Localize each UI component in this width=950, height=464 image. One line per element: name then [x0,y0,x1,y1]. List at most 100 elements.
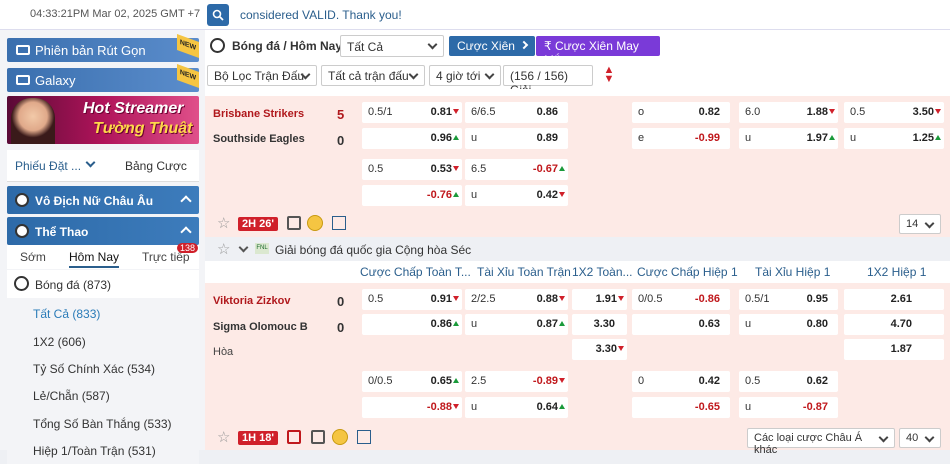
odds-cell[interactable]: 0.5 0.53 [362,159,462,180]
column-title: Cược Chấp Hiệp 1 [637,265,738,279]
odds-value: 0.86 [430,318,452,330]
odds-cell[interactable]: o 0.82 [632,102,730,123]
live-time-badge: 2H 26' [238,217,278,231]
odds-cell[interactable]: 0.5/1 0.95 [739,289,838,310]
more-markets-select[interactable]: 40 [899,428,941,448]
odds-cell[interactable]: 3.30 [572,339,627,360]
stats-icon[interactable] [357,430,371,444]
market-item[interactable]: Tổng Số Bàn Thắng (533) [7,410,199,437]
parlay-button[interactable]: Cược Xiên [449,36,535,56]
lite-version-button[interactable]: Phiên bản Rút Gọn NEW [7,33,199,62]
odds-value: -0.67 [532,163,558,175]
odds-cell[interactable]: 6/6.5 0.86 [465,102,568,123]
hot-streamer-banner[interactable]: Hot Streamer Tường Thuật [7,96,199,144]
section-sports[interactable]: Thể Thao [7,217,199,245]
cashout-icon[interactable] [332,429,348,445]
all-matches-select[interactable]: Tất cả trận đấu [321,65,425,86]
star-icon[interactable]: ☆ [217,214,230,232]
tab-today[interactable]: Hôm Nay [69,250,120,268]
odds-value: 1.88 [806,106,828,118]
market-label: Tỷ Số Chính Xác (534) [33,362,156,376]
correct-score-icon[interactable] [287,430,301,444]
odds-cell[interactable]: u -0.87 [739,397,838,418]
odds-cell[interactable]: 2/2.5 0.88 [465,289,568,310]
star-icon[interactable]: ☆ [217,240,230,258]
odds-cell[interactable]: u 0.64 [465,397,568,418]
stats-icon[interactable] [332,216,346,230]
odds-cell[interactable]: u 1.25 [844,128,944,149]
cashout-icon[interactable] [307,215,323,231]
handicap: 0.5 [368,163,384,175]
league-header[interactable]: ☆ FNL Giải bóng đá quốc gia Cộng hòa Séc [205,237,950,261]
scoreboard-icon[interactable] [287,216,301,230]
market-item[interactable]: Tất Cả (833) [7,300,199,327]
odds-down-icon [559,378,565,383]
match-filter-select[interactable]: Bộ Lọc Trận Đấu [207,65,317,86]
hours-select[interactable]: 4 giờ tới [429,65,501,86]
sort-icon[interactable]: ▲ ▼ [599,65,619,86]
lucky-parlay-button[interactable]: ₹ Cược Xiên May Mắn [536,36,660,67]
odds-cell[interactable]: 0.5 3.50 [844,102,944,123]
odds-cell[interactable]: 0.96 [362,128,462,149]
live-time-badge: 1H 18' [238,431,278,445]
sport-label: Bóng đá (873) [35,278,112,292]
handicap: u [471,318,478,330]
odds-cell[interactable]: 4.70 [844,314,944,335]
odds-cell[interactable]: 0.5/1 0.81 [362,102,462,123]
more-markets-select[interactable]: 14 [899,214,941,234]
odds-cell[interactable]: 0/0.5 0.65 [362,371,462,392]
odds-cell[interactable]: 6.5 -0.67 [465,159,568,180]
star-icon[interactable]: ☆ [217,428,230,446]
handicap: 0.5 [745,375,761,387]
odds-cell[interactable]: 3.30 [572,314,627,335]
filter-select[interactable]: Tất Cả [340,35,444,57]
odds-cell[interactable]: 0.86 [362,314,462,335]
filter-value: Tất Cả [347,40,384,54]
odds-cell[interactable]: u 0.42 [465,185,568,206]
market-item[interactable]: Lẻ/Chẵn (587) [7,382,199,409]
odds-cell[interactable]: e -0.99 [632,128,730,149]
odds-cell[interactable]: -0.88 [362,397,462,418]
odds-cell[interactable]: 1.91 [572,289,627,310]
odds-cell[interactable]: -0.76 [362,185,462,206]
scoreboard-icon[interactable] [311,430,325,444]
odds-value: 0.42 [536,189,558,201]
odds-cell[interactable]: 1.87 [844,339,944,360]
sport-soccer[interactable]: Bóng đá (873) [7,270,199,298]
galaxy-button[interactable]: Galaxy NEW [7,63,199,92]
odds-cell[interactable]: 0/0.5 -0.86 [632,289,730,310]
chevron-down-icon [484,69,495,80]
odds-cell[interactable]: 0 0.42 [632,371,730,392]
screen-icon [16,45,30,55]
odds-cell[interactable]: u 0.87 [465,314,568,335]
market-item[interactable]: 1X2 (606) [7,328,199,355]
tab-bet-slip[interactable]: Phiếu Đặt ... [15,159,81,173]
odds-cell[interactable]: 2.5 -0.89 [465,371,568,392]
asian-markets-select[interactable]: Các loại cược Châu Á khác [747,428,895,456]
chevron-down-icon [924,218,935,229]
odds-cell[interactable]: 0.63 [632,314,730,335]
odds-cell[interactable]: 6.0 1.88 [739,102,838,123]
odds-cell[interactable]: 0.5 0.62 [739,371,838,392]
odds-value: -0.76 [426,189,452,201]
market-label: 1X2 (606) [33,335,86,349]
tab-early[interactable]: Sớm [20,250,46,264]
odds-cell[interactable]: u 0.80 [739,314,838,335]
league-selector[interactable]: (156 / 156) Giải [503,65,593,97]
market-label: Lẻ/Chẵn (587) [33,389,110,403]
market-item[interactable]: Hiệp 1/Toàn Trận (531) [7,437,199,464]
section-womens-euro[interactable]: Vô Địch Nữ Châu Âu [7,186,199,214]
odds-cell[interactable]: 2.61 [844,289,944,310]
odds-cell[interactable]: u 0.89 [465,128,568,149]
odds-value: 1.87 [890,343,912,355]
odds-cell[interactable]: 0.5 0.91 [362,289,462,310]
tab-odds-board[interactable]: Bảng Cược [125,159,187,173]
odds-cell[interactable]: u 1.97 [739,128,838,149]
odds-cell[interactable]: -0.65 [632,397,730,418]
handicap: u [471,401,478,413]
search-button[interactable] [207,4,229,26]
market-item[interactable]: Tỷ Số Chính Xác (534) [7,355,199,382]
handicap: o [638,106,645,118]
odds-value: 1.97 [806,132,828,144]
home-score: 5 [337,107,345,122]
